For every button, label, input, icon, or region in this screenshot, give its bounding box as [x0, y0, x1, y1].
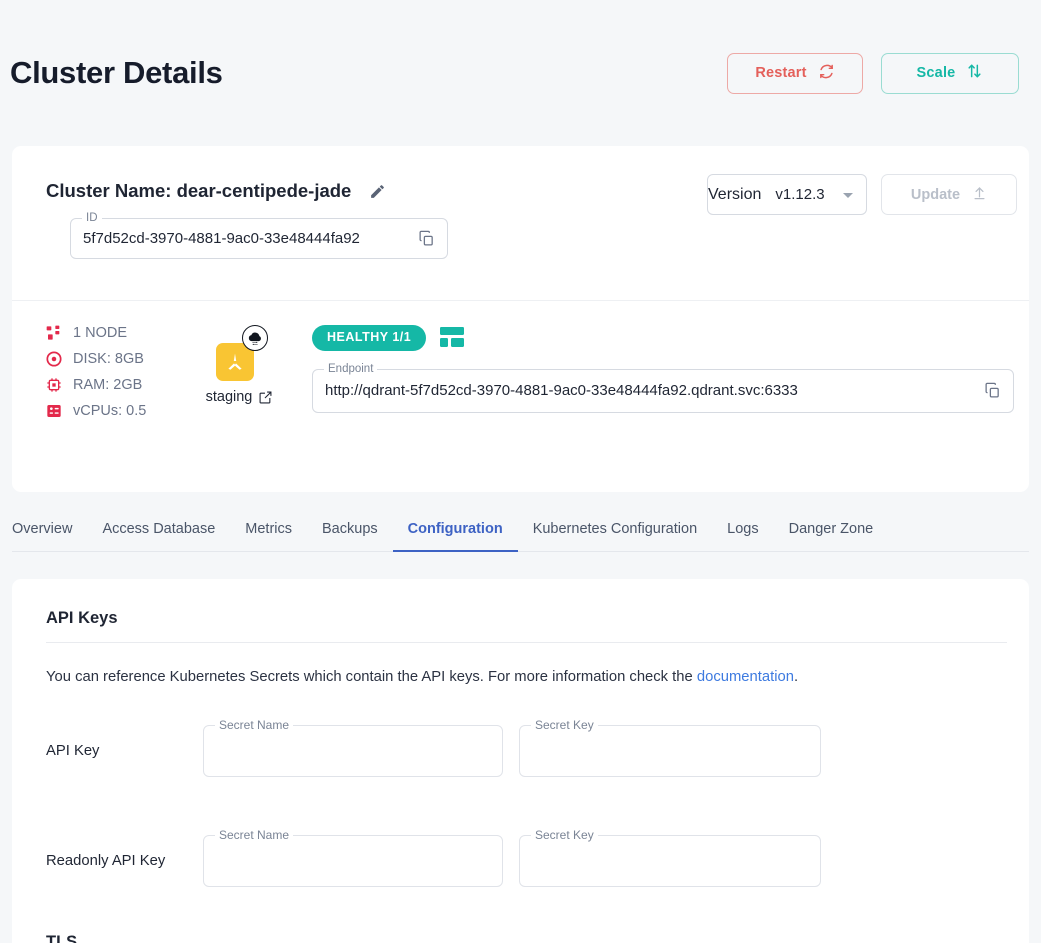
tab-configuration[interactable]: Configuration	[392, 521, 518, 552]
readonly-secret-key-box[interactable]: Secret Key	[519, 828, 821, 887]
provider-tile-wrap	[216, 325, 268, 381]
update-button[interactable]: Update	[881, 174, 1017, 215]
endpoint-value: http://qdrant-5f7d52cd-3970-4881-9ac0-33…	[325, 382, 798, 399]
spec-vcpus: vCPUs: 0.5	[46, 403, 174, 419]
version-select[interactable]: Version v1.12.3	[707, 174, 867, 215]
spec-nodes-label: 1 NODE	[73, 325, 127, 341]
spec-nodes: 1 NODE	[46, 325, 174, 341]
tab-logs[interactable]: Logs	[712, 521, 773, 551]
dashboard-grid-icon[interactable]	[440, 326, 465, 349]
cluster-identity-left: Cluster Name: dear-centipede-jade ID 5f7…	[46, 146, 448, 259]
api-key-row: API Key Secret Name Secret Key	[46, 707, 1007, 795]
status-line: HEALTHY 1/1	[312, 325, 1017, 351]
cluster-summary-card: Cluster Name: dear-centipede-jade ID 5f7…	[12, 146, 1029, 492]
external-link-icon[interactable]	[259, 391, 272, 404]
update-button-label: Update	[910, 186, 961, 203]
nodes-icon	[46, 325, 62, 341]
tab-label: Danger Zone	[788, 521, 874, 537]
endpoint-legend: Endpoint	[324, 362, 378, 376]
restart-icon	[818, 63, 835, 84]
tab-backups[interactable]: Backups	[307, 521, 393, 551]
api-key-secret-name-box[interactable]: Secret Name	[203, 718, 503, 777]
cluster-name-line: Cluster Name: dear-centipede-jade	[46, 180, 448, 202]
specs-list: 1 NODE DISK: 8GB RAM: 2GB vCPUs: 0.5	[46, 325, 174, 419]
tab-metrics[interactable]: Metrics	[230, 521, 307, 551]
readonly-secret-key-input[interactable]	[520, 836, 820, 886]
api-key-secret-name-input[interactable]	[204, 726, 502, 776]
cluster-specs-row: 1 NODE DISK: 8GB RAM: 2GB vCPUs: 0.5 sta…	[12, 301, 1029, 492]
readonly-api-key-row: Readonly API Key Secret Name Secret Key	[46, 817, 1007, 905]
api-key-secret-key-box[interactable]: Secret Key	[519, 718, 821, 777]
cluster-id-legend: ID	[82, 212, 102, 225]
provider-block: staging	[174, 325, 304, 405]
api-key-secret-name-legend: Secret Name	[215, 718, 294, 732]
version-controls: Version v1.12.3 Update	[707, 174, 1017, 215]
edit-cluster-name-icon[interactable]	[369, 183, 386, 200]
api-key-label: API Key	[46, 743, 100, 759]
documentation-link[interactable]: documentation	[697, 669, 794, 685]
status-badge: HEALTHY 1/1	[312, 325, 427, 351]
disk-icon	[46, 351, 62, 367]
cluster-id-field[interactable]: ID 5f7d52cd-3970-4881-9ac0-33e48444fa92	[70, 212, 448, 259]
api-keys-description: You can reference Kubernetes Secrets whi…	[46, 669, 1007, 685]
tab-label: Configuration	[407, 521, 503, 537]
scale-button-label: Scale	[916, 65, 956, 81]
tab-label: Overview	[12, 521, 73, 537]
tls-title: TLS	[46, 933, 78, 943]
spec-disk: DISK: 8GB	[46, 351, 174, 367]
readonly-secret-name-legend: Secret Name	[215, 828, 294, 842]
tab-danger-zone[interactable]: Danger Zone	[774, 521, 889, 551]
api-key-secret-key-legend: Secret Key	[531, 718, 598, 732]
cluster-name: Cluster Name: dear-centipede-jade	[46, 180, 352, 201]
page-title: Cluster Details	[10, 55, 223, 90]
readonly-secret-key-legend: Secret Key	[531, 828, 598, 842]
spec-ram: RAM: 2GB	[46, 377, 174, 393]
provider-label-line[interactable]: staging	[206, 389, 273, 405]
readonly-secret-name-input[interactable]	[204, 836, 502, 886]
tab-overview[interactable]: Overview	[12, 521, 87, 551]
tab-label: Logs	[727, 521, 759, 537]
cluster-id-value: 5f7d52cd-3970-4881-9ac0-33e48444fa92	[83, 230, 360, 247]
tab-label: Backups	[322, 521, 378, 537]
scale-arrows-icon	[966, 62, 983, 84]
vcpu-icon	[46, 403, 62, 419]
api-keys-description-text: You can reference Kubernetes Secrets whi…	[46, 669, 697, 685]
provider-name: staging	[205, 389, 253, 405]
tab-label: Access Database	[102, 521, 216, 537]
spec-ram-label: RAM: 2GB	[73, 377, 143, 393]
status-column: HEALTHY 1/1 Endpoint http://qdrant-5f7d5…	[304, 325, 1017, 413]
tab-label: Metrics	[245, 521, 293, 537]
spec-disk-label: DISK: 8GB	[73, 351, 144, 367]
chevron-down-icon	[843, 192, 853, 198]
cluster-identity-row: Cluster Name: dear-centipede-jade ID 5f7…	[12, 146, 1029, 301]
tab-kubernetes-configuration[interactable]: Kubernetes Configuration	[518, 521, 712, 551]
readonly-api-key-label: Readonly API Key	[46, 853, 166, 869]
copy-endpoint-icon[interactable]	[984, 382, 1013, 399]
version-value: v1.12.3	[775, 186, 825, 203]
api-keys-title: API Keys	[46, 609, 1007, 643]
cloud-sync-icon	[242, 325, 268, 351]
endpoint-field[interactable]: Endpoint http://qdrant-5f7d52cd-3970-488…	[312, 362, 1014, 413]
restart-button[interactable]: Restart	[727, 52, 863, 94]
ram-icon	[46, 377, 62, 393]
header-actions: Restart Scale	[727, 52, 1019, 94]
restart-button-label: Restart	[755, 65, 807, 81]
scale-button[interactable]: Scale	[881, 52, 1019, 94]
version-legend: Version	[708, 185, 762, 203]
readonly-secret-name-box[interactable]: Secret Name	[203, 828, 503, 887]
page-header: Cluster Details Restart Scale	[0, 0, 1041, 146]
cluster-tabs: Overview Access Database Metrics Backups Con…	[12, 492, 1029, 552]
configuration-panel: API Keys You can reference Kubernetes Se…	[12, 579, 1029, 943]
spec-vcpus-label: vCPUs: 0.5	[73, 403, 147, 419]
api-keys-description-period: .	[793, 669, 799, 685]
upload-arrow-icon	[972, 185, 987, 205]
api-key-secret-key-input[interactable]	[520, 726, 820, 776]
tab-label: Kubernetes Configuration	[532, 521, 698, 537]
copy-cluster-id-icon[interactable]	[418, 230, 447, 247]
tab-access-database[interactable]: Access Database	[87, 521, 230, 551]
